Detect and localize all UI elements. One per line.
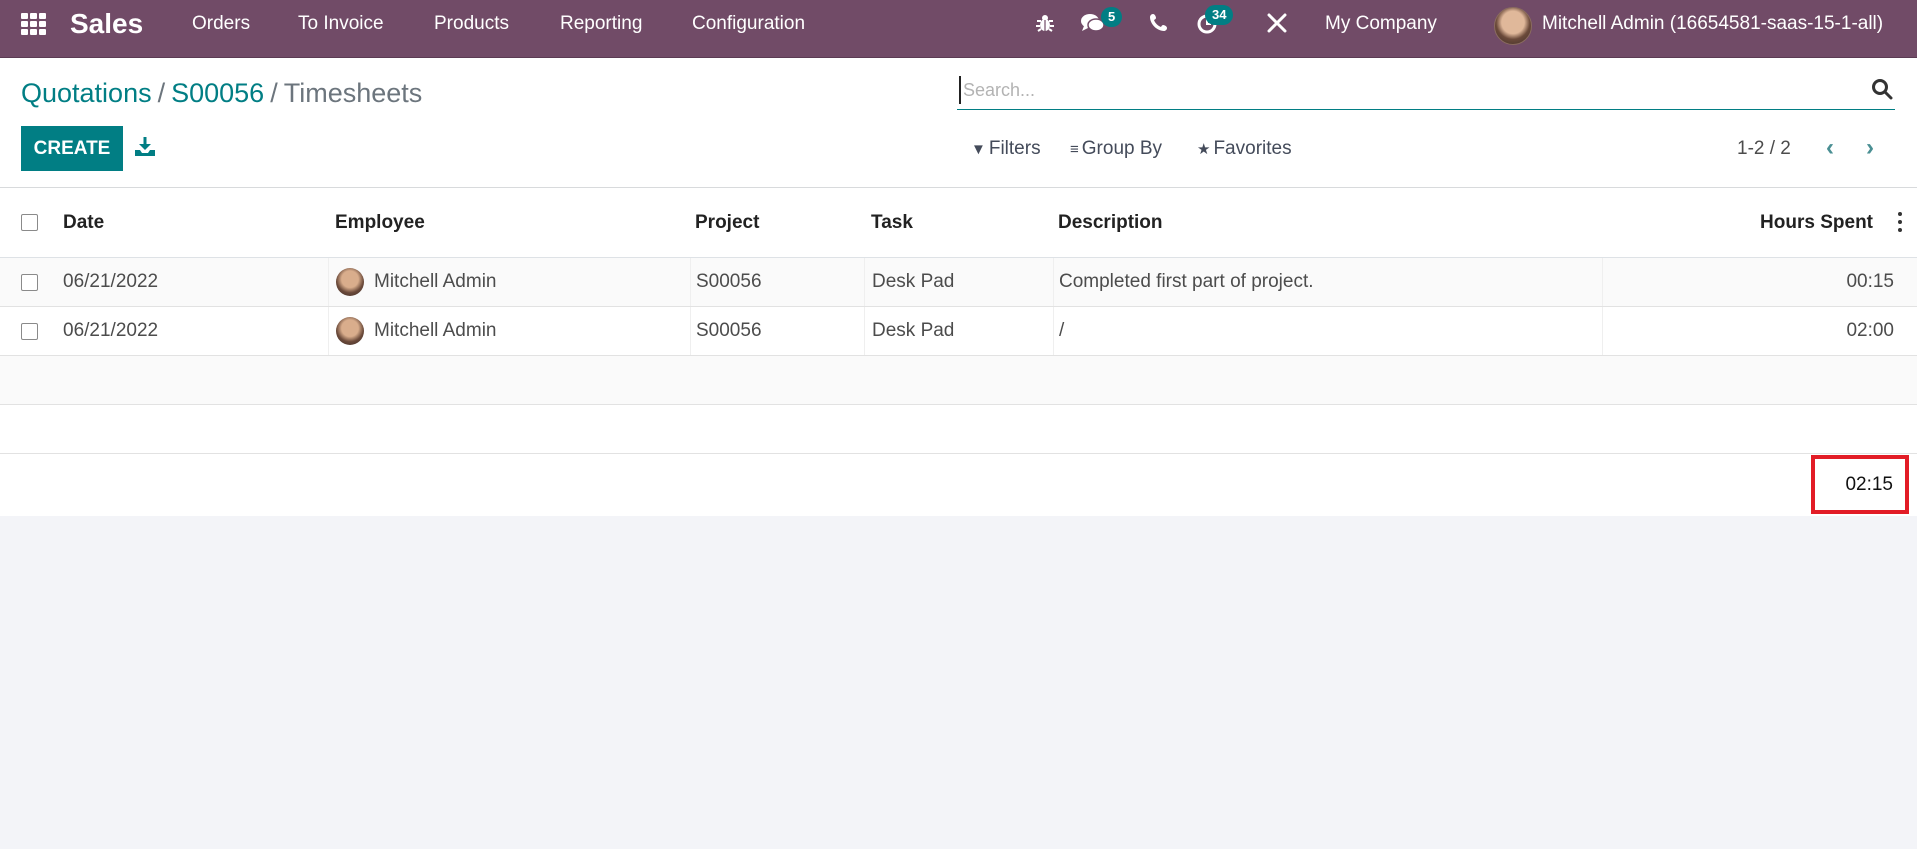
row-checkbox[interactable] — [21, 322, 38, 340]
messages-badge: 5 — [1101, 7, 1123, 27]
cell-employee: Mitchell Admin — [328, 258, 690, 306]
create-button[interactable]: CREATE — [21, 126, 123, 171]
empty-row — [0, 356, 1917, 405]
employee-name: Mitchell Admin — [374, 271, 497, 292]
breadcrumb-separator: / — [157, 78, 166, 108]
employee-avatar — [336, 268, 364, 296]
menu-orders[interactable]: Orders — [192, 0, 250, 48]
column-description[interactable]: Description — [1058, 188, 1163, 257]
select-all-checkbox[interactable] — [21, 214, 38, 231]
filter-icon: ▼ — [971, 141, 986, 158]
total-hours: 02:15 — [1845, 474, 1893, 495]
optional-columns-icon[interactable] — [1897, 212, 1903, 232]
row-checkbox[interactable] — [21, 273, 38, 291]
column-task[interactable]: Task — [871, 188, 913, 257]
column-project[interactable]: Project — [695, 188, 759, 257]
cell-hours: 00:15 — [1602, 258, 1894, 306]
cell-hours: 02:00 — [1602, 307, 1894, 355]
breadcrumb-separator: / — [270, 78, 278, 108]
top-navbar: Sales Orders To Invoice Products Reporti… — [0, 0, 1917, 58]
download-icon[interactable] — [134, 136, 156, 158]
bug-icon[interactable] — [1033, 12, 1057, 36]
user-avatar[interactable] — [1494, 7, 1532, 45]
apps-grid-icon[interactable] — [21, 13, 47, 35]
favorites-label: Favorites — [1213, 138, 1292, 159]
table-row[interactable]: 06/21/2022 Mitchell Admin S00056 Desk Pa… — [0, 307, 1917, 356]
employee-avatar — [336, 317, 364, 345]
menu-to-invoice[interactable]: To Invoice — [298, 0, 384, 48]
app-name[interactable]: Sales — [70, 0, 143, 48]
filters-label: Filters — [988, 138, 1041, 159]
table-header: Date Employee Project Task Description H… — [0, 188, 1917, 258]
cell-project: S00056 — [690, 307, 864, 355]
tools-icon[interactable] — [1265, 12, 1289, 36]
company-switcher[interactable]: My Company — [1325, 0, 1437, 48]
star-icon: ★ — [1197, 141, 1211, 158]
group-by-button[interactable]: ≡ Group By — [1070, 138, 1162, 160]
cell-project: S00056 — [690, 258, 864, 306]
phone-icon[interactable] — [1147, 12, 1171, 36]
page-title: Timesheets — [283, 78, 423, 108]
menu-products[interactable]: Products — [434, 0, 509, 48]
search-bar — [957, 72, 1895, 110]
column-date[interactable]: Date — [63, 188, 104, 257]
chevron-right-icon[interactable]: › — [1855, 132, 1885, 164]
cell-task: Desk Pad — [864, 258, 1053, 306]
menu-configuration[interactable]: Configuration — [692, 0, 805, 48]
cell-description: Completed first part of project. — [1053, 258, 1602, 306]
breadcrumb-quotations[interactable]: Quotations — [21, 78, 152, 108]
cell-employee: Mitchell Admin — [328, 307, 690, 355]
control-panel: Quotations/S00056/Timesheets CREATE ▼Fil… — [0, 58, 1917, 188]
cell-date: 06/21/2022 — [63, 320, 159, 341]
column-hours-spent[interactable]: Hours Spent — [1600, 188, 1873, 257]
column-employee[interactable]: Employee — [335, 188, 425, 257]
group-by-label: Group By — [1081, 138, 1163, 159]
table-row[interactable]: 06/21/2022 Mitchell Admin S00056 Desk Pa… — [0, 258, 1917, 307]
user-menu[interactable]: Mitchell Admin (16654581-saas-15-1-all) — [1542, 0, 1883, 48]
breadcrumb-order[interactable]: S00056 — [171, 78, 264, 108]
search-icon[interactable] — [1871, 78, 1893, 100]
cell-description: / — [1053, 307, 1602, 355]
search-input[interactable] — [959, 76, 1839, 104]
pager-value[interactable]: 1-2 / 2 — [1737, 138, 1791, 160]
timesheet-list: Date Employee Project Task Description H… — [0, 188, 1917, 516]
employee-name: Mitchell Admin — [374, 320, 497, 341]
menu-reporting[interactable]: Reporting — [560, 0, 642, 48]
activities-badge: 34 — [1205, 5, 1234, 25]
chevron-left-icon[interactable]: ‹ — [1815, 132, 1845, 164]
empty-row — [0, 405, 1917, 454]
cell-task: Desk Pad — [864, 307, 1053, 355]
list-icon: ≡ — [1070, 141, 1079, 158]
filters-button[interactable]: ▼ Filters — [971, 138, 1041, 160]
favorites-button[interactable]: ★ Favorites — [1197, 138, 1292, 160]
cell-date: 06/21/2022 — [63, 271, 159, 292]
table-footer: 02:15 — [0, 454, 1917, 516]
breadcrumb: Quotations / S00056/Timesheets — [21, 78, 422, 109]
